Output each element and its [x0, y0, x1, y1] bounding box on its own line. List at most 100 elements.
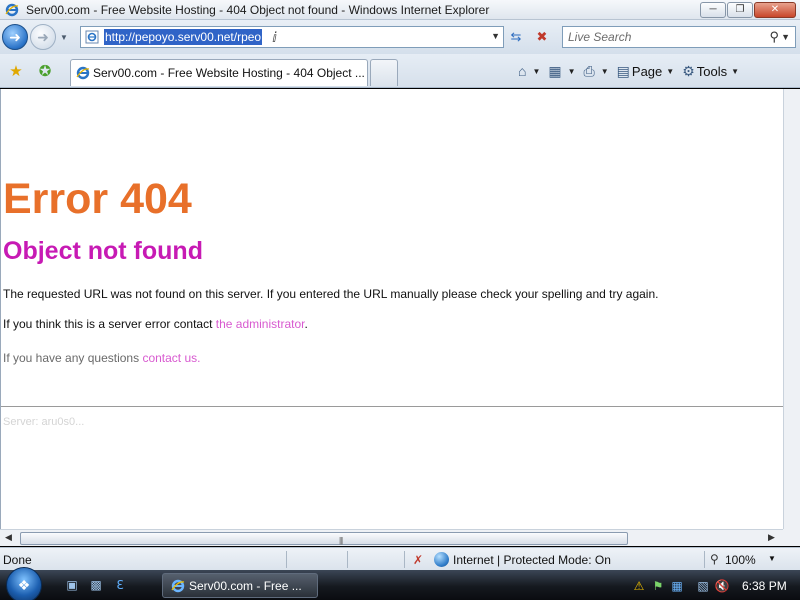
network-icon[interactable]: ▧	[695, 578, 711, 594]
contact-suffix: .	[304, 317, 308, 331]
add-to-favorites-icon[interactable]: ✪	[36, 62, 54, 80]
page-viewport: Error 404 Object not found The requested…	[0, 89, 783, 529]
tools-menu-label: Tools	[696, 63, 728, 79]
feeds-icon: ▦	[548, 62, 562, 79]
navigation-bar: ➜ ➜ ▼ http://pepoyo.serv00.net/rpeo ⅈ ▼ …	[0, 20, 800, 54]
start-button[interactable]: ❖	[6, 567, 42, 600]
search-options-dropdown-icon[interactable]: ▼	[781, 32, 790, 42]
forward-button[interactable]: ➜	[30, 24, 56, 50]
maximize-button[interactable]: ❐	[727, 2, 753, 18]
security-zone[interactable]: Internet | Protected Mode: On	[453, 553, 611, 567]
tools-menu[interactable]: ⚙ Tools ▼	[682, 63, 739, 80]
blocked-content-icon[interactable]: ✗	[410, 552, 426, 568]
page-menu-label: Page	[631, 63, 663, 79]
close-button[interactable]: ✕	[754, 2, 796, 18]
scrollbar-thumb[interactable]: |||	[20, 532, 628, 545]
chevron-down-icon[interactable]: ▼	[568, 67, 576, 76]
maximize-icon: ❐	[735, 4, 745, 15]
status-separator	[404, 551, 405, 568]
close-icon: ✕	[770, 4, 780, 15]
page-menu[interactable]: ▤ Page ▼	[617, 63, 675, 80]
tab-page-icon	[76, 66, 90, 80]
taskbar-button-ie[interactable]: Serv00.com - Free ...	[162, 573, 318, 598]
horizontal-scrollbar[interactable]: ◀ ||| ▶	[0, 529, 783, 546]
status-separator	[347, 551, 348, 568]
address-bar[interactable]: http://pepoyo.serv00.net/rpeo ⅈ ▼	[80, 26, 504, 48]
chevron-down-icon: ▼	[731, 66, 740, 76]
error-title: Error 404	[3, 175, 192, 223]
contact-us-link[interactable]: contact us.	[142, 351, 200, 365]
error-subtitle: Object not found	[3, 237, 203, 265]
status-bar: Done ✗ Internet | Protected Mode: On ⚲ 1…	[0, 547, 800, 570]
text-cursor-icon: ⅈ	[272, 28, 278, 45]
scroll-right-icon[interactable]: ▶	[768, 532, 775, 543]
vertical-scrollbar[interactable]	[783, 89, 800, 529]
chevron-down-icon[interactable]: ▼	[601, 67, 609, 76]
switch-windows-icon[interactable]: ▩	[88, 577, 104, 593]
chevron-down-icon: ▼	[666, 66, 675, 76]
home-icon: ⌂	[518, 63, 527, 79]
stop-button[interactable]: ✖	[532, 28, 552, 46]
back-button[interactable]: ➜	[2, 24, 28, 50]
contact-prefix: If you think this is a server error cont…	[3, 317, 216, 331]
error-message: The requested URL was not found on this …	[3, 287, 659, 301]
system-tray: ⚠ ⚑ ▦ ▧ 🔇 6:38 PM	[628, 573, 800, 598]
window-title-bar: Serv00.com - Free Website Hosting - 404 …	[0, 0, 800, 20]
administrator-link[interactable]: the administrator	[216, 317, 305, 331]
search-input[interactable]: Live Search	[568, 30, 770, 44]
forward-arrow-icon: ➜	[37, 28, 49, 45]
contact-paragraph: If you think this is a server error cont…	[3, 317, 308, 331]
server-signature: Server: aru0s0...	[3, 416, 85, 428]
favorites-center-icon[interactable]: ★	[7, 62, 25, 80]
tab-label: Serv00.com - Free Website Hosting - 404 …	[93, 66, 365, 80]
address-dropdown-icon[interactable]: ▼	[491, 31, 500, 41]
windows-logo-icon: ❖	[17, 576, 31, 593]
questions-prefix: If you have any questions	[3, 351, 143, 365]
url-text[interactable]: http://pepoyo.serv00.net/rpeo	[104, 29, 263, 45]
gear-icon: ⚙	[682, 62, 695, 79]
tray-app-icon[interactable]: ⚑	[650, 578, 666, 594]
tab-bar: ★ ✪ Serv00.com - Free Website Hosting - …	[0, 54, 800, 88]
questions-paragraph: If you have any questions contact us.	[3, 351, 200, 365]
volume-muted-icon[interactable]: 🔇	[714, 578, 730, 594]
taskbar: ❖ ▣ ▩ ℇ Serv00.com - Free ... ⚠ ⚑ ▦ ▧ 🔇 …	[0, 567, 800, 600]
internet-explorer-icon	[4, 2, 20, 18]
internet-zone-icon	[434, 552, 449, 567]
security-shield-icon[interactable]: ⚠	[631, 578, 647, 594]
new-tab-button[interactable]	[370, 59, 398, 86]
home-button[interactable]: ⌂ ▼	[518, 63, 540, 79]
minimize-button[interactable]: ─	[700, 2, 726, 18]
divider	[1, 406, 783, 407]
command-bar: ⌂ ▼ ▦ ▼ ⎙ ▼ ▤ Page ▼ ⚙ Tools ▼	[518, 60, 747, 82]
status-text: Done	[3, 553, 32, 567]
scrollbar-corner	[783, 529, 800, 546]
recent-pages-dropdown[interactable]: ▼	[58, 33, 70, 42]
refresh-button[interactable]: ⇆	[506, 28, 526, 46]
chevron-down-icon[interactable]: ▼	[532, 67, 540, 76]
zoom-dropdown-icon[interactable]: ▼	[768, 554, 776, 563]
status-separator	[704, 551, 705, 568]
stop-icon: ✖	[536, 29, 548, 44]
print-icon: ⎙	[583, 62, 595, 79]
status-separator	[286, 551, 287, 568]
scroll-left-icon[interactable]: ◀	[5, 532, 12, 543]
window-title: Serv00.com - Free Website Hosting - 404 …	[26, 2, 490, 17]
zoom-level[interactable]: 100%	[725, 553, 756, 567]
zoom-icon[interactable]: ⚲	[710, 552, 719, 566]
internet-explorer-quick-launch-icon[interactable]: ℇ	[112, 577, 128, 593]
back-arrow-icon: ➜	[9, 28, 21, 45]
show-desktop-icon[interactable]: ▣	[64, 577, 80, 593]
taskbar-button-label: Serv00.com - Free ...	[189, 578, 302, 593]
feeds-button[interactable]: ▦ ▼	[548, 63, 575, 80]
clock[interactable]: 6:38 PM	[742, 579, 787, 593]
tab-active[interactable]: Serv00.com - Free Website Hosting - 404 …	[70, 59, 368, 86]
internet-explorer-icon	[171, 579, 185, 593]
grip-icon: |||	[339, 536, 343, 545]
minimize-icon: ─	[709, 4, 717, 15]
page-icon	[84, 29, 100, 45]
search-box[interactable]: Live Search ⚲ ▼	[562, 26, 796, 48]
search-icon[interactable]: ⚲	[770, 29, 780, 45]
print-button[interactable]: ⎙ ▼	[584, 63, 609, 80]
tray-app-icon[interactable]: ▦	[669, 578, 685, 594]
page-icon: ▤	[616, 62, 630, 79]
